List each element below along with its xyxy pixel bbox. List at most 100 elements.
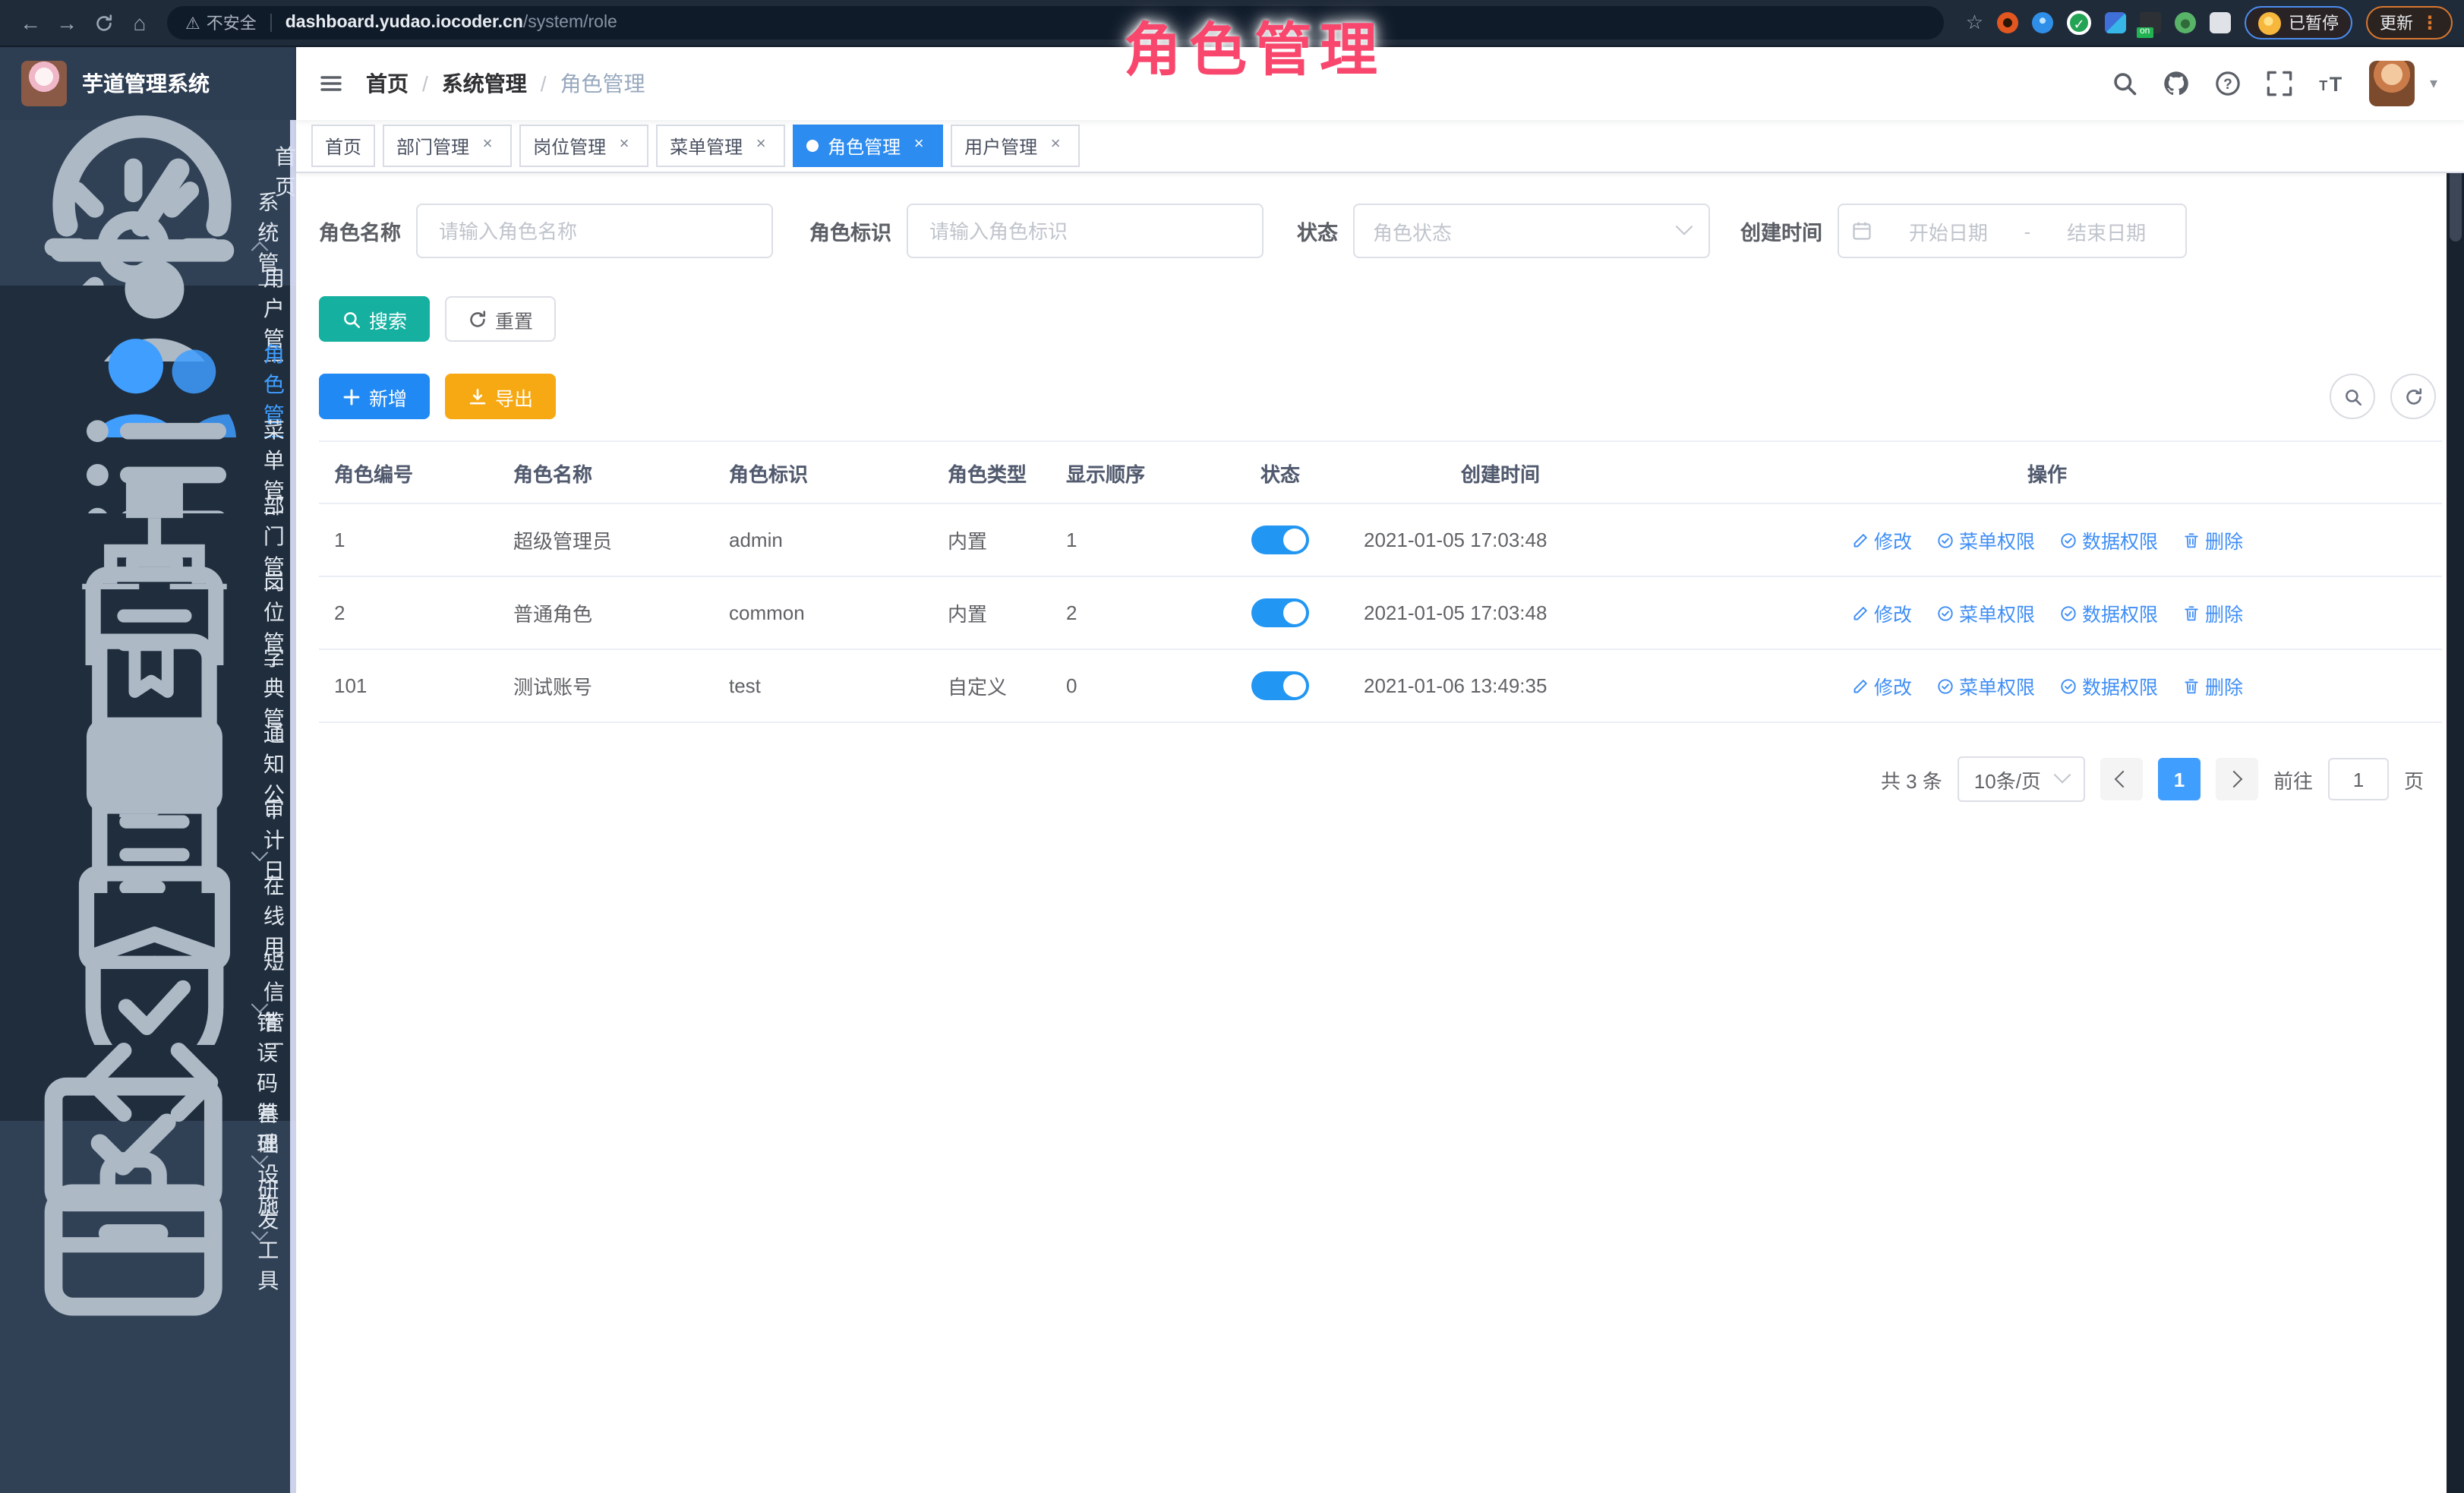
close-icon[interactable] — [1045, 135, 1066, 156]
roles-table: 角色编号 角色名称 角色标识 角色类型 显示顺序 状态 创建时间 操作 1 超级… — [319, 440, 2442, 723]
extension-icon[interactable]: ✓ — [2067, 11, 2091, 35]
chevron-down-icon — [2054, 766, 2071, 784]
svg-text:T: T — [2319, 78, 2327, 93]
close-icon[interactable] — [750, 135, 771, 156]
update-label: 更新 — [2380, 11, 2413, 35]
chevron-right-icon — [2226, 771, 2244, 788]
url-path: /system/role — [523, 14, 617, 32]
tab-users[interactable]: 用户管理 — [951, 125, 1080, 167]
user-avatar[interactable] — [2369, 61, 2415, 106]
refresh-button[interactable] — [2390, 374, 2436, 419]
hamburger-icon[interactable] — [296, 71, 366, 96]
browser-menu-icon[interactable]: ⋮ — [2421, 12, 2439, 33]
goto-label: 前往 — [2273, 765, 2313, 794]
forward-icon[interactable]: → — [49, 5, 85, 41]
edit-link[interactable]: 修改 — [1851, 671, 1912, 700]
permission-icon — [2059, 604, 2078, 622]
svg-text:?: ? — [2223, 77, 2232, 93]
extension-icon[interactable] — [2105, 12, 2126, 33]
github-icon[interactable] — [2163, 70, 2190, 97]
edit-link[interactable]: 修改 — [1851, 526, 1912, 554]
extension-icon[interactable] — [2175, 12, 2196, 33]
tab-positions[interactable]: 岗位管理 — [519, 125, 648, 167]
trash-icon — [2182, 604, 2201, 622]
toggle-search-button[interactable] — [2330, 374, 2375, 419]
tab-home[interactable]: 首页 — [311, 125, 375, 167]
status-toggle[interactable] — [1251, 598, 1309, 627]
reload-icon[interactable] — [85, 5, 121, 41]
profile-paused-button[interactable]: 已暂停 — [2245, 6, 2352, 39]
permission-icon — [1936, 677, 1954, 695]
address-bar[interactable]: ⚠ 不安全 dashboard.yudao.iocoder.cn /system… — [167, 6, 1945, 39]
page-unit-label: 页 — [2404, 765, 2424, 794]
page-number-button[interactable]: 1 — [2158, 758, 2201, 800]
bookmark-star-icon[interactable]: ☆ — [1966, 11, 1983, 35]
data-permission-link[interactable]: 数据权限 — [2059, 526, 2158, 554]
delete-link[interactable]: 删除 — [2182, 526, 2243, 554]
help-icon[interactable]: ? — [2214, 70, 2242, 97]
role-key-input[interactable] — [907, 204, 1264, 258]
sidebar-item-dev-tools[interactable]: 研发工具 — [0, 1197, 296, 1273]
permission-icon — [2059, 531, 2078, 549]
tab-departments[interactable]: 部门管理 — [383, 125, 512, 167]
sidebar-scrollbar[interactable] — [290, 120, 296, 1493]
data-permission-link[interactable]: 数据权限 — [2059, 671, 2158, 700]
search-icon — [2343, 387, 2362, 406]
avatar-caret-icon[interactable]: ▾ — [2430, 75, 2437, 92]
date-range-picker[interactable]: 开始日期 - 结束日期 — [1838, 204, 2187, 258]
table-row: 2 普通角色 common 内置 2 2021-01-05 17:03:48 修… — [319, 577, 2442, 650]
edit-link[interactable]: 修改 — [1851, 598, 1912, 627]
menu-permission-link[interactable]: 菜单权限 — [1936, 598, 2035, 627]
add-button[interactable]: 新增 — [319, 374, 430, 419]
close-icon[interactable] — [614, 135, 635, 156]
browser-scrollbar[interactable] — [2447, 47, 2464, 1493]
extension-icon[interactable] — [2140, 12, 2161, 33]
status-toggle[interactable] — [1251, 526, 1309, 554]
calendar-icon — [1851, 220, 1872, 241]
data-permission-link[interactable]: 数据权限 — [2059, 598, 2158, 627]
table-header-row: 角色编号 角色名称 角色标识 角色类型 显示顺序 状态 创建时间 操作 — [319, 442, 2442, 504]
search-icon[interactable] — [2111, 70, 2138, 97]
back-icon[interactable]: ← — [12, 5, 49, 41]
dev-tools-icon — [30, 1132, 236, 1337]
goto-page-input[interactable] — [2328, 758, 2389, 800]
extensions-puzzle-icon[interactable] — [2210, 12, 2231, 33]
prev-page-button[interactable] — [2100, 758, 2143, 800]
search-button[interactable]: 搜索 — [319, 296, 430, 342]
permission-icon — [1936, 531, 1954, 549]
close-icon[interactable] — [477, 135, 498, 156]
menu-permission-link[interactable]: 菜单权限 — [1936, 526, 2035, 554]
edit-icon — [1851, 531, 1869, 549]
extension-icon[interactable] — [1997, 12, 2018, 33]
breadcrumb-home[interactable]: 首页 — [366, 68, 409, 99]
start-date-input[interactable]: 开始日期 — [1882, 216, 2015, 245]
close-icon[interactable] — [908, 135, 929, 156]
search-form: 角色名称 角色标识 状态 角色状态 — [319, 204, 2442, 258]
delete-link[interactable]: 删除 — [2182, 598, 2243, 627]
plus-icon — [342, 387, 361, 406]
font-size-icon[interactable]: TT — [2317, 70, 2345, 97]
status-select[interactable]: 角色状态 — [1353, 204, 1710, 258]
extension-icon[interactable] — [2032, 12, 2053, 33]
fullscreen-icon[interactable] — [2266, 70, 2293, 97]
status-toggle[interactable] — [1251, 671, 1309, 700]
browser-update-button[interactable]: 更新 ⋮ — [2366, 6, 2453, 39]
svg-text:T: T — [2330, 73, 2343, 96]
address-divider — [270, 14, 272, 32]
sidebar-menu: 首页 系统管理 用户管理 角色管理 菜单管理 部门管理 岗位管理 字典管理 通知… — [0, 120, 296, 1273]
end-date-input[interactable]: 结束日期 — [2040, 216, 2173, 245]
tab-roles[interactable]: 角色管理 — [793, 125, 943, 167]
delete-link[interactable]: 删除 — [2182, 671, 2243, 700]
breadcrumb-current: 角色管理 — [560, 68, 645, 99]
breadcrumb-system[interactable]: 系统管理 — [442, 68, 527, 99]
menu-permission-link[interactable]: 菜单权限 — [1936, 671, 2035, 700]
reset-button[interactable]: 重置 — [445, 296, 556, 342]
page-size-select[interactable]: 10条/页 — [1958, 756, 2085, 802]
tab-menus[interactable]: 菜单管理 — [656, 125, 785, 167]
home-browser-icon[interactable]: ⌂ — [121, 5, 158, 41]
role-key-label: 角色标识 — [809, 216, 891, 246]
export-button[interactable]: 导出 — [445, 374, 556, 419]
next-page-button[interactable] — [2216, 758, 2258, 800]
extension-bar: ☆ ✓ 已暂停 更新 ⋮ — [1966, 6, 2453, 39]
role-name-input[interactable] — [416, 204, 773, 258]
